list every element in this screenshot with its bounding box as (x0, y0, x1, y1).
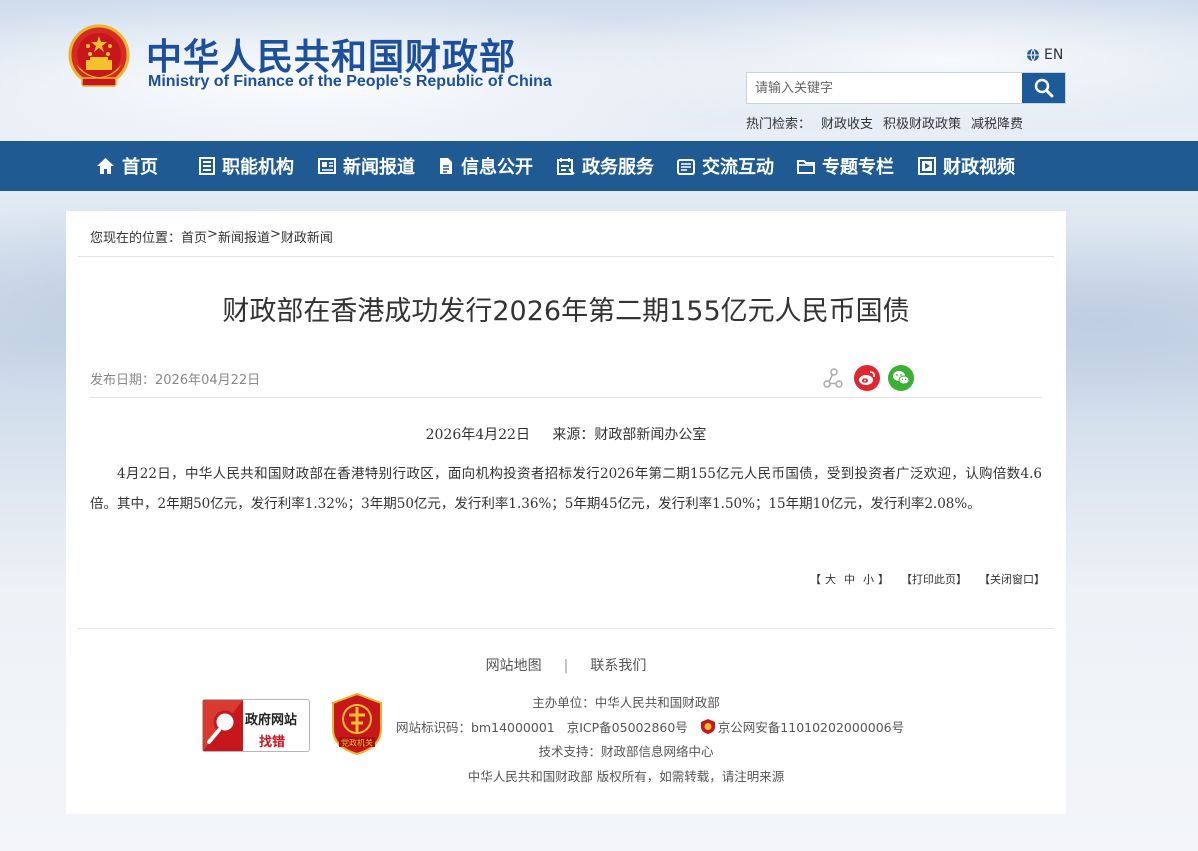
nav-item-news[interactable]: 新闻报道 (318, 141, 415, 191)
hot-search-item[interactable]: 财政收支 (821, 113, 873, 132)
search-bar (746, 72, 1066, 104)
source-name: 来源：财政部新闻办公室 (552, 427, 707, 443)
nav-item-topics[interactable]: 专题专栏 (797, 141, 894, 191)
footer-copyright: 中华人民共和国财政部 版权所有，如需转载，请注明来源 (467, 768, 785, 784)
weibo-icon (859, 371, 875, 385)
share-icon (823, 368, 843, 388)
publish-date-value: 2026年04月22日 (155, 373, 261, 388)
police-link[interactable]: 京公网安备11010202000006号 (718, 720, 904, 735)
wechat-share-button[interactable] (888, 365, 914, 391)
publish-date-label: 发布日期： (90, 373, 156, 388)
nav-item-videos[interactable]: 财政视频 (918, 141, 1015, 191)
article-body: 4月22日，中华人民共和国财政部在香港特别行政区，面向机构投资者招标发行2026… (90, 466, 1042, 512)
print-page-link[interactable]: 【打印此页】 (901, 571, 967, 587)
nav-label: 信息公开 (461, 157, 533, 178)
share-button[interactable] (820, 365, 846, 391)
sitemap-link[interactable]: 网站地图 (486, 658, 542, 674)
hot-search-item[interactable]: 积极财政政策 (883, 113, 961, 132)
search-button[interactable] (1022, 73, 1065, 103)
nav-item-functions[interactable]: 职能机构 (199, 141, 294, 191)
contact-link[interactable]: 联系我们 (590, 658, 646, 674)
search-input[interactable] (747, 73, 1022, 103)
breadcrumb: 您现在的位置： 首页 > 新闻报道 > 财政新闻 (90, 227, 333, 246)
site-title-en[interactable]: Ministry of Finance of the People's Repu… (148, 73, 552, 91)
breadcrumb-home[interactable]: 首页 (181, 227, 207, 246)
folder-icon (797, 160, 815, 174)
footer-tech: 技术支持：财政部信息网络中心 (538, 744, 714, 759)
breadcrumb-news[interactable]: 新闻报道 (218, 227, 270, 246)
wechat-icon (893, 371, 910, 385)
footer-links: 网站地图 | 联系我们 (66, 655, 1066, 675)
font-size-controls: 【大中小】 (810, 571, 889, 587)
list-icon (199, 157, 215, 175)
national-emblem-icon[interactable] (68, 24, 130, 90)
article-title: 财政部在香港成功发行2026年第二期155亿元人民币国债 (222, 296, 910, 327)
footer-separator: | (563, 658, 569, 674)
nav-item-interaction[interactable]: 交流互动 (677, 141, 774, 191)
home-icon (97, 158, 114, 174)
site-id: 网站标识码：bm14000001 (396, 719, 555, 735)
service-icon (557, 158, 575, 175)
divider (90, 397, 1042, 398)
hot-search-label: 热门检索： (746, 117, 812, 132)
magnifier-logo-icon (203, 700, 243, 751)
publish-date: 发布日期： 2026年04月22日 (90, 369, 260, 388)
nav-label: 新闻报道 (343, 157, 415, 178)
source-date: 2026年4月22日 (425, 427, 530, 443)
gov-website-error-badge[interactable]: 政府网站 找错 (202, 699, 310, 752)
footer-info: 主办单位：中华人民共和国财政部 网站标识码：bm14000001 京ICP备05… (396, 691, 904, 789)
breadcrumb-separator: > (269, 227, 281, 242)
nav-item-home[interactable]: 首页 (96, 141, 158, 191)
breadcrumb-finance-news[interactable]: 财政新闻 (281, 227, 333, 246)
police-badge-icon (700, 718, 715, 734)
nav-label: 财政视频 (943, 157, 1015, 178)
content-panel: 您现在的位置： 首页 > 新闻报道 > 财政新闻 财政部在香港成功发行2026年… (66, 211, 1066, 814)
nav-item-services[interactable]: 政务服务 (557, 141, 654, 191)
nav-label: 政务服务 (582, 157, 654, 178)
weibo-share-button[interactable] (854, 365, 880, 391)
main-nav: 首页 职能机构 新闻报道 信息公开 政务服务 交流互动 专题专栏 财政视频 (0, 141, 1198, 191)
icp-link[interactable]: 京ICP备05002860号 (567, 720, 688, 735)
document-icon (440, 158, 452, 174)
article-source-line: 2026年4月22日 来源：财政部新闻办公室 (66, 424, 1066, 444)
footer-host: 主办单位：中华人民共和国财政部 (532, 695, 720, 710)
hot-search-item[interactable]: 减税降费 (971, 113, 1023, 132)
nav-label: 专题专栏 (822, 157, 894, 178)
divider (78, 628, 1054, 629)
font-size-medium[interactable]: 中 (844, 573, 855, 586)
hot-search: 热门检索： 财政收支 积极财政政策 减税降费 (746, 113, 1023, 132)
divider (78, 256, 1054, 257)
interact-icon (677, 159, 695, 175)
nav-item-info[interactable]: 信息公开 (438, 141, 533, 191)
party-government-badge-icon[interactable]: 党政机关 (331, 693, 383, 755)
language-label: EN (1044, 47, 1064, 63)
language-switch[interactable]: EN (1026, 47, 1063, 63)
article-tools: 【大中小】 【打印此页】 【关闭窗口】 (810, 571, 1045, 587)
close-window-link[interactable]: 【关闭窗口】 (979, 571, 1045, 587)
party-badge-text: 党政机关 (341, 738, 373, 748)
site-header: 中华人民共和国财政部 Ministry of Finance of the Pe… (0, 0, 1198, 141)
font-size-large[interactable]: 大 (825, 573, 836, 586)
nav-label: 职能机构 (222, 157, 294, 178)
video-icon (918, 157, 936, 175)
search-icon (1034, 78, 1053, 98)
gov-badge-subtitle: 找错 (259, 735, 286, 750)
font-size-small[interactable]: 小 (863, 573, 874, 586)
newspaper-icon (318, 158, 336, 174)
nav-label: 首页 (122, 157, 158, 178)
nav-label: 交流互动 (702, 157, 774, 178)
share-bar (820, 365, 914, 391)
breadcrumb-separator: > (207, 227, 218, 242)
footer-registration: 网站标识码：bm14000001 京ICP备05002860号 京公网安备110… (396, 716, 904, 741)
breadcrumb-prefix: 您现在的位置： (90, 231, 182, 246)
font-size-close: 】 (878, 573, 889, 586)
font-size-open: 【 (810, 573, 821, 586)
gov-badge-title: 政府网站 (245, 713, 298, 728)
globe-icon (1027, 48, 1039, 62)
